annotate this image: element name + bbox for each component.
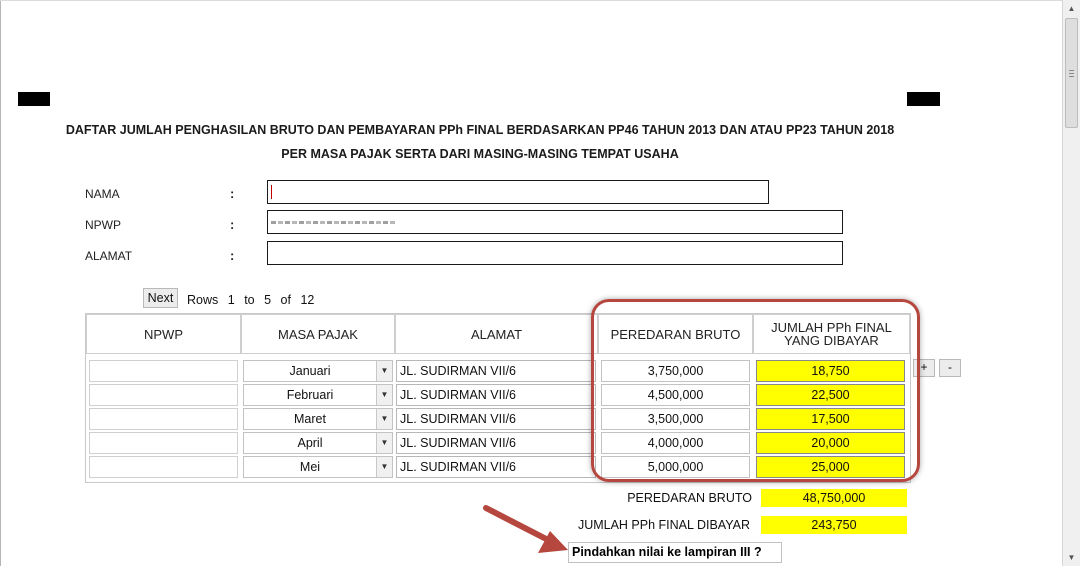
rows-from: 1 [227, 293, 235, 307]
header-alamat: ALAMAT [395, 314, 598, 354]
chevron-up-icon[interactable]: ▲ [1063, 0, 1080, 17]
alamat-label: ALAMAT [85, 249, 133, 263]
row-alamat-input[interactable]: JL. SUDIRMAN VII/6 [396, 384, 596, 406]
row-alamat-input[interactable]: JL. SUDIRMAN VII/6 [396, 432, 596, 454]
scrollbar-thumb[interactable] [1065, 18, 1078, 128]
row-masa-pajak-select[interactable]: Maret ▼ [243, 408, 393, 430]
summary-pph-value: 243,750 [761, 516, 907, 534]
window-border-top [0, 0, 1062, 1]
npwp-obscured-value [271, 221, 395, 224]
arrow-icon [483, 505, 568, 553]
row-npwp-input[interactable] [89, 360, 238, 382]
row-masa-pajak-select[interactable]: April ▼ [243, 432, 393, 454]
npwp-colon: : [230, 217, 235, 232]
rows-to: 5 [264, 293, 272, 307]
chevron-down-icon[interactable]: ▼ [376, 457, 392, 477]
row-masa-pajak-select[interactable]: Februari ▼ [243, 384, 393, 406]
rows-total: 12 [300, 293, 315, 307]
row-masa-pajak-value: Februari [286, 388, 334, 402]
row-npwp-input[interactable] [89, 456, 238, 478]
nama-label: NAMA [85, 187, 120, 201]
scrollbar-grip [1069, 73, 1074, 74]
row-npwp-input[interactable] [89, 384, 238, 406]
npwp-input[interactable] [267, 210, 843, 234]
chevron-down-icon[interactable]: ▼ [376, 361, 392, 381]
chevron-down-icon[interactable]: ▼ [376, 385, 392, 405]
nama-input[interactable] [267, 180, 769, 204]
header-npwp: NPWP [86, 314, 241, 354]
row-npwp-input[interactable] [89, 432, 238, 454]
next-page-button[interactable]: Next [143, 288, 178, 308]
row-masa-pajak-value: April [297, 436, 323, 450]
page-title-line-2: PER MASA PAJAK SERTA DARI MASING-MASING … [281, 147, 679, 161]
chevron-down-icon[interactable]: ▼ [376, 433, 392, 453]
row-masa-pajak-value: Mei [299, 460, 321, 474]
rows-info: Rows 1 to 5 of 12 [187, 293, 320, 307]
rows-label: Rows [187, 293, 219, 307]
row-masa-pajak-select[interactable]: Mei ▼ [243, 456, 393, 478]
scrollbar-grip [1069, 76, 1074, 77]
row-npwp-input[interactable] [89, 408, 238, 430]
vertical-scrollbar[interactable]: ▲ ▼ [1062, 0, 1080, 566]
rows-of-label: of [280, 293, 291, 307]
row-masa-pajak-value: Januari [289, 364, 331, 378]
alamat-input[interactable] [267, 241, 843, 265]
row-alamat-input[interactable]: JL. SUDIRMAN VII/6 [396, 408, 596, 430]
annotation-highlight-frame [591, 299, 920, 482]
transfer-to-lampiran-button[interactable]: Pindahkan nilai ke lampiran III ? [568, 542, 782, 563]
chevron-down-icon[interactable]: ▼ [376, 409, 392, 429]
redaction-block-right [907, 92, 940, 106]
scrollbar-grip [1069, 70, 1074, 71]
text-cursor [271, 185, 272, 199]
window-border-left [0, 0, 1, 566]
nama-colon: : [230, 186, 235, 201]
page-title-line-1: DAFTAR JUMLAH PENGHASILAN BRUTO DAN PEMB… [65, 123, 895, 137]
chevron-down-icon[interactable]: ▼ [1063, 549, 1080, 566]
row-masa-pajak-value: Maret [294, 412, 326, 426]
npwp-label: NPWP [85, 218, 121, 232]
row-alamat-input[interactable]: JL. SUDIRMAN VII/6 [396, 360, 596, 382]
header-masa-pajak: MASA PAJAK [241, 314, 395, 354]
summary-bruto-value: 48,750,000 [761, 489, 907, 507]
remove-row-button[interactable]: - [939, 359, 961, 377]
row-alamat-input[interactable]: JL. SUDIRMAN VII/6 [396, 456, 596, 478]
redaction-block-left [18, 92, 50, 106]
alamat-colon: : [230, 248, 235, 263]
row-masa-pajak-select[interactable]: Januari ▼ [243, 360, 393, 382]
rows-to-label: to [244, 293, 255, 307]
